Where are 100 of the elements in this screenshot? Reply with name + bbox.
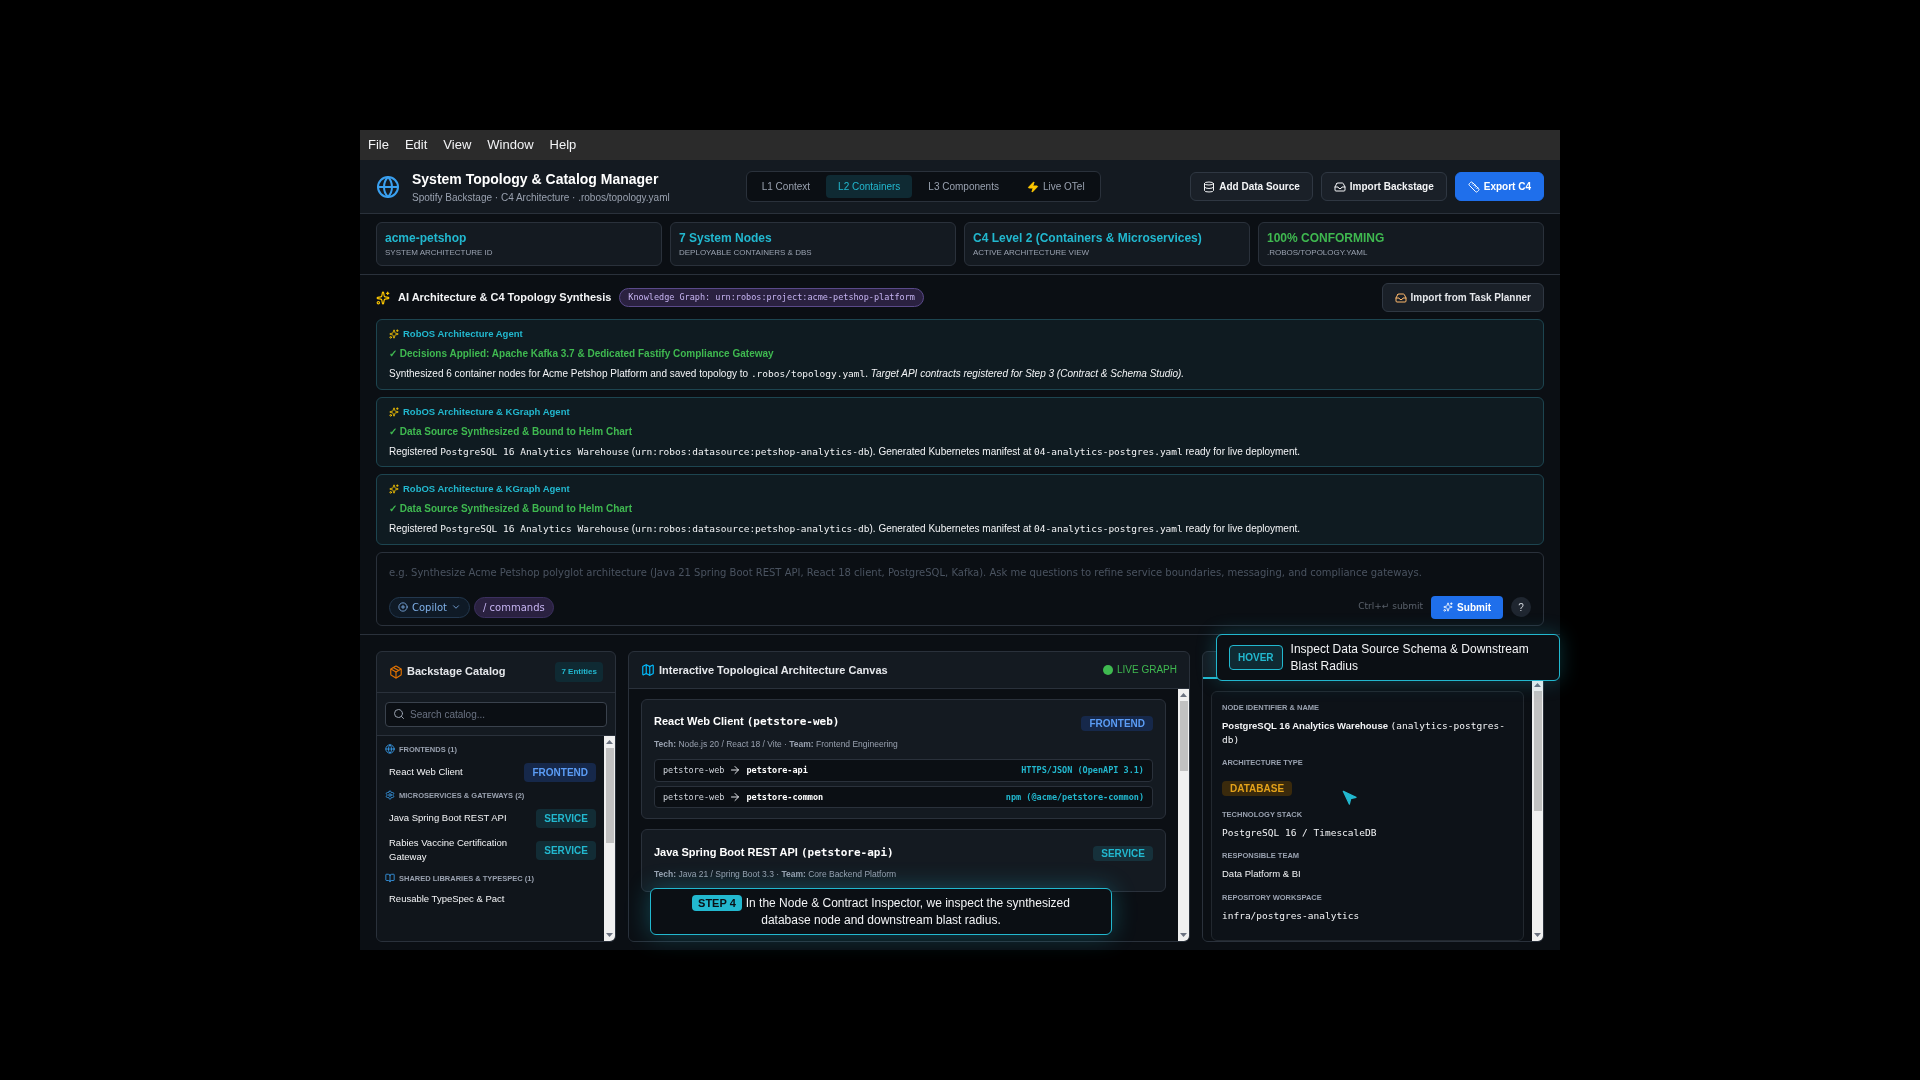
type-tag: SERVICE (1093, 846, 1153, 862)
type-tag: DATABASE (1222, 780, 1293, 796)
menu-item[interactable]: Help (549, 135, 577, 155)
scrollbar[interactable] (1532, 678, 1543, 941)
service-icon (385, 790, 395, 801)
box-icon (389, 664, 403, 679)
step-text: STEP 4 In the Node & Contract Inspector, we inspect the synthesized database node and downstream blast radius. (667, 895, 1095, 928)
scroll-up-icon[interactable] (606, 739, 613, 744)
decision-text: ✓ Data Source Synthesized & Bound to Helm Chart (389, 502, 634, 517)
submit-button[interactable]: Submit (1431, 595, 1503, 619)
sparkles-icon (389, 484, 399, 495)
message-text: Synthesized 6 container nodes for Acme Petshop Platform and saved topology to .robos/topology.yaml. Target API contracts registered for Step 3 (Contract & Schema Studio). (389, 367, 1186, 382)
scrollbar-thumb[interactable] (1179, 701, 1188, 771)
field-value: Data Platform & BI (1222, 867, 1302, 882)
section-title: AI Architecture & C4 Topology Synthesis (398, 290, 612, 306)
stat-caption: SYSTEM ARCHITECTURE ID (385, 247, 494, 259)
node-card[interactable]: Java Spring Boot REST API (petstore-api) SERVICE Tech: Java 21 / Spring Boot 3.3 · Team: Core Backend Platform (641, 829, 1166, 892)
pointer-icon (1342, 789, 1358, 806)
prompt-composer[interactable] (376, 551, 1544, 626)
database-icon (1203, 180, 1216, 193)
agent-name: RobOS Architecture & KGraph Agent (403, 404, 570, 419)
knowledge-graph-badge: Knowledge Graph: urn:robos:project:acme-petshop-platform (619, 288, 924, 307)
hover-tag: HOVER (1229, 645, 1283, 670)
app-title: System Topology & Catalog Manager (412, 169, 660, 189)
caret-icon (451, 602, 462, 612)
decision-text: ✓ Data Source Synthesized & Bound to Helm Chart (389, 424, 634, 439)
panel-title: Interactive Topological Architecture Canvas (659, 662, 888, 678)
message-text: Registered PostgreSQL 16 Analytics Warehouse (urn:robos:datasource:petshop-analytics-db). Generated Kubernetes manifest at 04-analytics-postgres.yaml ready for live deployment. (389, 444, 1302, 459)
action-button[interactable]: Add Data Source (1190, 172, 1313, 201)
view-tab[interactable]: L1 Context (749, 175, 823, 198)
commands-button[interactable]: / commands (474, 596, 554, 618)
sparkles-icon (389, 406, 399, 417)
type-tag: SERVICE (536, 809, 596, 828)
search-field[interactable]: Search catalog... (385, 701, 607, 727)
field-value: PostgreSQL 16 / TimescaleDB (1222, 825, 1378, 840)
import-icon (1394, 291, 1407, 304)
prompt-input[interactable]: e.g. Synthesize Acme Petshop polyglot architecture (Java 21 Spring Boot REST API, React 18 client, PostgreSQL, Kafka). Ask me questions to refine service boundaries, messaging, and compliance gateways. (389, 564, 1531, 580)
tooltip-text: Inspect Data Source Schema & Downstream Blast Radius (1290, 641, 1530, 674)
live-status: LIVE GRAPH (1116, 663, 1177, 678)
import-button[interactable]: Import from Task Planner (1381, 283, 1544, 312)
dependency-row[interactable]: petstore-web petstore-common npm (@acme/petstore-common) (654, 785, 1153, 809)
library-icon (385, 873, 395, 884)
stat-caption: .ROBOS/TOPOLOGY.YAML (1267, 247, 1369, 259)
panel-title: Backstage Catalog (407, 664, 506, 680)
stat-value: 100% CONFORMING (1267, 230, 1386, 247)
decision-text: ✓ Decisions Applied: Apache Kafka 3.7 & Dedicated Fastify Compliance Gateway (389, 347, 775, 362)
app-subtitle: Spotify Backstage · C4 Architecture · .robos/topology.yaml (412, 190, 670, 205)
node-title: Java Spring Boot REST API (petstore-api) (654, 844, 894, 861)
scroll-down-icon[interactable] (1534, 933, 1541, 937)
menu-item[interactable]: Window (487, 135, 534, 155)
sparkles-icon (376, 290, 390, 305)
message-text: Registered PostgreSQL 16 Analytics Warehouse (urn:robos:datasource:petshop-analytics-db). Generated Kubernetes manifest at 04-analytics-postgres.yaml ready for live deployment. (389, 522, 1302, 537)
search-icon (393, 707, 405, 720)
copilot-dropdown[interactable]: Copilot (389, 596, 471, 618)
scroll-down-icon[interactable] (1180, 933, 1187, 937)
frontend-icon (385, 744, 395, 755)
menu-item[interactable]: Edit (404, 135, 428, 155)
menu-item[interactable]: File (368, 135, 389, 155)
sparkles-icon (389, 329, 399, 340)
node-meta: Tech: Java 21 / Spring Boot 3.3 · Team: Core Backend Platform (654, 868, 898, 881)
entity-count: 7 Entities (555, 661, 603, 682)
catalog-item[interactable]: Java Spring Boot REST API SERVICE (385, 809, 596, 828)
scrollbar-thumb[interactable] (605, 747, 614, 843)
node-card[interactable] (641, 699, 1166, 820)
scroll-down-icon[interactable] (606, 933, 613, 937)
field-value: PostgreSQL 16 Analytics Warehouse (analytics-postgres-db) (1222, 718, 1506, 747)
action-button[interactable]: Export C4 (1454, 172, 1544, 201)
ruler-icon (1467, 180, 1480, 193)
stat-value: 7 System Nodes (679, 230, 773, 247)
type-tag: FRONTEND (1081, 716, 1153, 731)
dependency-row[interactable]: petstore-web petstore-api HTTPS/JSON (OpenAPI 3.1) (654, 758, 1153, 782)
agent-name: RobOS Architecture Agent (403, 327, 523, 341)
view-tab[interactable]: L2 Containers (826, 175, 913, 198)
view-tab[interactable]: L3 Components (916, 175, 1011, 198)
import-icon (1333, 180, 1346, 193)
stat-value: acme-petshop (385, 230, 468, 247)
plus-icon (398, 602, 408, 612)
view-tab[interactable]: Live OTel (1014, 175, 1097, 198)
action-button[interactable]: Import Backstage (1320, 172, 1447, 201)
node-title: React Web Client (petstore-web) (654, 714, 840, 731)
map-icon (641, 662, 655, 677)
catalog-item[interactable]: Rabies Vaccine Certification Gateway SERVICE (385, 836, 596, 865)
catalog-item[interactable]: Reusable TypeSpec & Pact (385, 891, 596, 906)
sparkle-icon (1443, 602, 1454, 612)
type-tag: FRONTEND (524, 762, 596, 782)
scrollbar[interactable] (604, 735, 615, 941)
scrollbar[interactable] (1178, 689, 1189, 941)
scroll-up-icon[interactable] (1180, 693, 1187, 697)
stat-caption: ACTIVE ARCHITECTURE VIEW (973, 247, 1090, 259)
node-meta: Tech: Node.js 20 / React 18 / Vite · Team: Frontend Engineering (654, 738, 899, 751)
agent-name: RobOS Architecture & KGraph Agent (403, 482, 570, 496)
shortcut-hint: Ctrl+↵ submit (1358, 600, 1424, 614)
stat-caption: DEPLOYABLE CONTAINERS & DBS (679, 247, 813, 259)
type-tag: SERVICE (536, 840, 596, 860)
lightning-icon (1026, 180, 1039, 193)
help-button[interactable]: ? (1511, 597, 1531, 617)
scrollbar-thumb[interactable] (1533, 690, 1542, 811)
catalog-item[interactable]: React Web Client FRONTEND (385, 762, 596, 782)
field-value: infra/postgres-analytics (1222, 908, 1361, 923)
menu-item[interactable]: View (443, 135, 472, 155)
